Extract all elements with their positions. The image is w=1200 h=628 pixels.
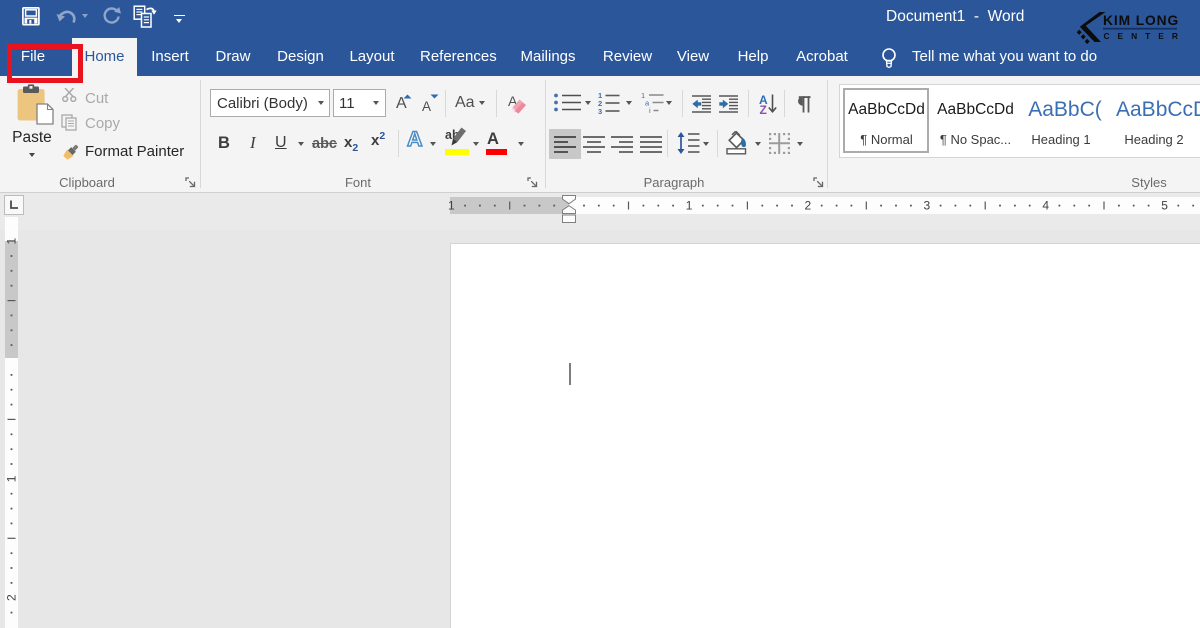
svg-text:2: 2 [5,594,19,601]
svg-text:1: 1 [448,199,455,213]
svg-text:5: 5 [1161,199,1168,213]
svg-text:i: i [649,106,651,114]
svg-text:1: 1 [5,237,19,244]
svg-text:Z: Z [760,103,767,115]
svg-text:KIM LONG: KIM LONG [1103,13,1179,28]
svg-text:CENTER: CENTER [1104,31,1186,41]
svg-text:2: 2 [805,199,812,213]
svg-text:3: 3 [598,107,602,114]
svg-text:3: 3 [923,199,930,213]
svg-text:1: 1 [686,199,693,213]
svg-text:1: 1 [5,475,19,482]
svg-text:4: 4 [1042,199,1049,213]
